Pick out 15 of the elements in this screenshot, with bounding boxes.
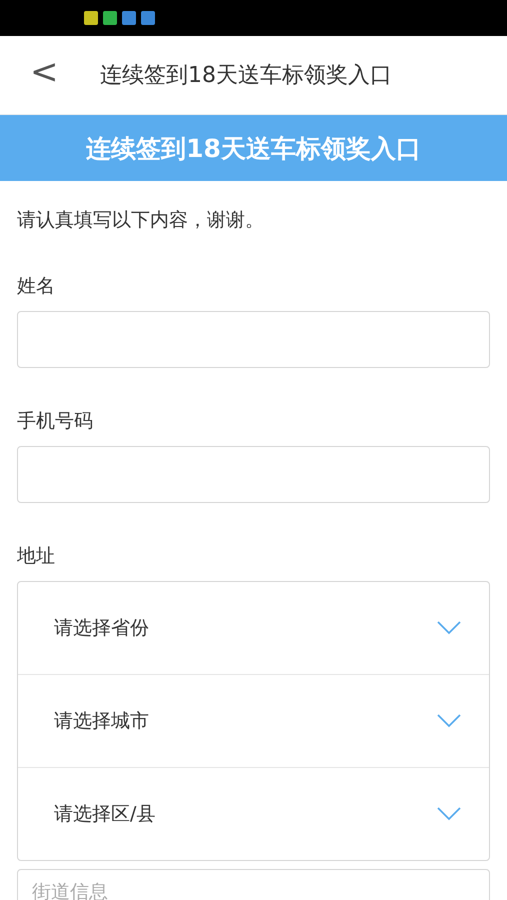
page-title: 连续签到18天送车标领奖入口 [100, 62, 392, 90]
back-button[interactable]: < [26, 52, 62, 92]
banner-title: 连续签到18天送车标领奖入口 [86, 132, 421, 164]
select-field[interactable]: 请选择省份 [18, 582, 489, 674]
intro-text: 请认真填写以下内容，谢谢。 [17, 208, 265, 233]
chevron-down-icon [437, 621, 461, 635]
select-field[interactable]: 请选择区/县 [18, 767, 489, 860]
chevron-down-icon [437, 714, 461, 728]
input-field[interactable] [17, 311, 490, 368]
field-label: 姓名 [17, 274, 56, 299]
select-field[interactable]: 请选择城市 [18, 674, 489, 767]
field-label: 地址 [17, 544, 56, 569]
chevron-down-icon [437, 807, 461, 821]
field-label: 手机号码 [17, 409, 94, 434]
input-field[interactable] [17, 446, 490, 503]
